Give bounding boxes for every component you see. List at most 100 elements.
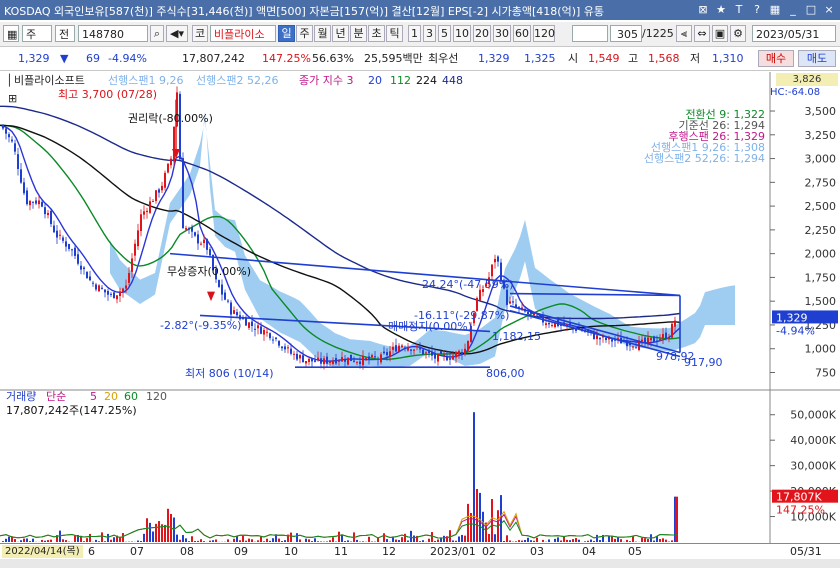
buy-button[interactable]: 매수 [758,50,794,67]
interval-button[interactable]: 20 [473,25,491,42]
volume-bar [482,511,484,542]
candle-body [548,323,550,325]
window-titlebar: KOSDAQ 외국인보유[587(천)] 주식수[31,446(천)] 액면[5… [0,0,840,20]
candle-body [455,351,457,358]
minimize-icon[interactable]: _ [786,2,800,17]
period-tab[interactable]: 년 [332,25,349,42]
settings-icon[interactable]: ⚙ [730,25,746,42]
candle-body [68,243,70,249]
star-icon[interactable]: ★ [714,2,728,17]
candle-body [5,128,7,134]
price-change-pct: -4.94% [108,52,147,65]
candle-body [197,234,199,244]
volume-bar [50,539,52,542]
trade-amount: 25,595백만 [364,52,423,65]
chart-area[interactable]: 3,500 3,250 3,000 2,750 2,500 2,250 2,000 1,750… [0,72,840,544]
sell-button[interactable]: 매도 [798,50,836,67]
volume-bar [572,539,574,542]
volume-bar [665,539,667,542]
interval-custom-input[interactable] [572,25,608,42]
candle-body [389,351,391,357]
candle-body [53,225,55,233]
candle-body [23,182,25,194]
candle-body [353,360,355,362]
volume-bar [299,539,301,542]
volume-bar [83,541,85,542]
grid-toggle-icon[interactable]: ▦ [3,25,19,42]
interval-button[interactable]: 3 [423,25,436,42]
candle-body [386,352,388,356]
volume-bar [401,537,403,542]
period-tab[interactable]: 분 [350,25,367,42]
interval-button[interactable]: 60 [513,25,531,42]
candle-body [74,247,76,256]
candle-body [383,351,385,354]
candle-body [311,358,313,362]
candle-body [263,330,265,335]
volume-ma-value: 20 [104,390,118,403]
volume-bar [608,535,610,542]
period-tab[interactable]: 틱 [386,25,403,42]
volume-bar [5,538,7,542]
market-select[interactable]: 주 [22,25,52,42]
annotation-angle-1: -2.82°(-9.35%) [160,319,241,332]
candle-body [467,340,469,351]
interval-button[interactable]: 120 [533,25,555,42]
candle-body [227,300,229,302]
zoom-icon[interactable]: ⊞ [8,92,17,106]
interval-button[interactable]: 5 [438,25,451,42]
speaker-icon[interactable]: ◀▾ [166,25,188,42]
volume: 17,807,242 [182,52,245,65]
candle-body [404,347,406,349]
volume-bar [257,540,259,542]
candle-body [323,358,325,365]
volume-bar [26,538,28,542]
order-type-select[interactable]: 전 [55,25,75,42]
expand-icon[interactable]: ⊠ [696,2,710,17]
candle-body [359,361,361,365]
text-icon[interactable]: T [732,2,746,17]
candle-body [152,201,154,203]
candle-body [59,234,61,236]
interval-button[interactable]: 30 [493,25,511,42]
candle-body [362,356,364,366]
volume-bar [338,531,340,542]
interval-button[interactable]: 10 [453,25,471,42]
x-axis-month-label: 03 [530,545,544,558]
page-input[interactable]: 305 [610,25,642,42]
period-tab[interactable]: 월 [314,25,331,42]
volume-bar [311,541,313,542]
tile-icon[interactable]: ▦ [768,2,782,17]
period-tab[interactable]: 초 [368,25,385,42]
horizontal-scrollbar[interactable] [0,559,840,568]
best-ask-1: 1,329 [478,52,510,65]
period-tab[interactable]: 일 [278,25,295,42]
stock-code-input[interactable]: 148780 [78,25,148,42]
candle-body [26,190,28,205]
candle-body [650,337,652,341]
volume-bar [569,540,571,542]
candle-body [299,355,301,359]
candle-body [536,315,538,317]
close-icon[interactable]: × [822,2,836,17]
volume-bar [455,540,457,542]
volume-bar [557,537,559,542]
date-input[interactable]: 2023/05/31 [752,25,836,42]
chart-tool-icon[interactable]: ⫷ [676,25,692,42]
interval-button[interactable]: 1 [408,25,421,42]
volume-bar [506,535,508,542]
period-tab[interactable]: 주 [296,25,313,42]
search-icon[interactable]: ⌕ [150,25,164,42]
candle-body [371,355,373,358]
compress-icon[interactable]: ⇔ [694,25,710,42]
restore-icon[interactable]: □ [804,2,818,17]
save-icon[interactable]: ▣ [712,25,728,42]
price-chart-svg[interactable]: 3,500 3,250 3,000 2,750 2,500 2,250 2,000 1,750… [0,72,840,544]
volume-bar [509,540,511,542]
candle-body [275,337,277,339]
candle-body [32,201,34,203]
candle-body [17,154,19,170]
candle-body [119,291,121,297]
candle-body [83,267,85,270]
help-icon[interactable]: ? [750,2,764,17]
